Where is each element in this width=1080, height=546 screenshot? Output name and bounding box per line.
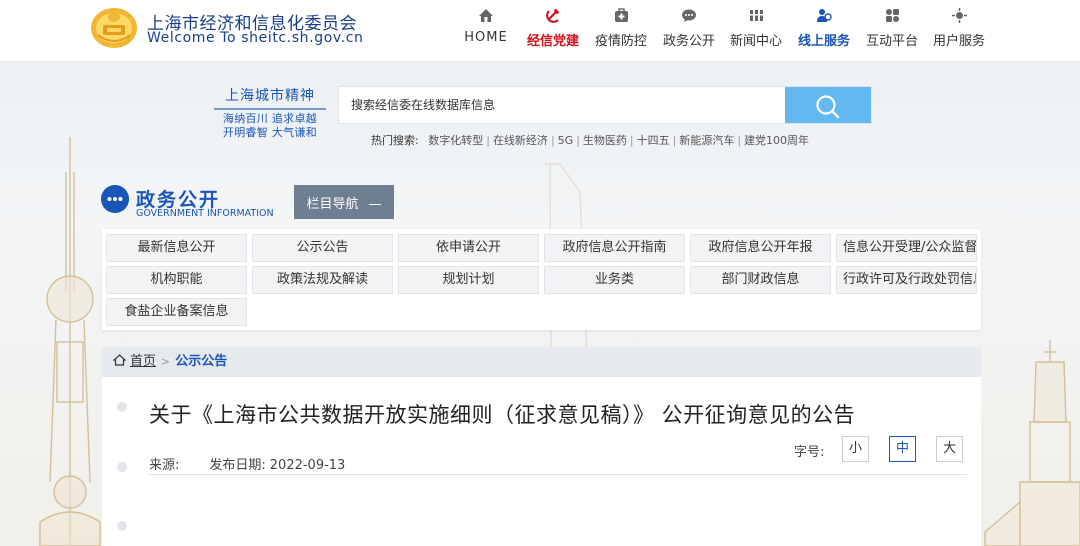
hot-search-item[interactable]: 生物医药 <box>583 134 627 147</box>
side-dot <box>117 521 127 531</box>
category-public-supervision[interactable]: 信息公开受理/公众监督 <box>836 234 977 262</box>
section-title-en: GOVERNMENT INFORMATION <box>136 208 274 219</box>
nav-item-online-service[interactable]: 线上服务 <box>795 8 853 52</box>
font-size-small-button[interactable]: 小 <box>842 436 869 462</box>
nav-label-interaction: 互动平台 <box>865 34 918 49</box>
category-business[interactable]: 业务类 <box>544 266 685 294</box>
column-nav-label: 栏目导航 <box>306 196 359 212</box>
nav-item-user-service[interactable]: 用户服务 <box>930 8 988 52</box>
category-panel: 最新信息公开 公示公告 依申请公开 政府信息公开指南 政府信息公开年报 信息公开… <box>102 229 981 330</box>
breadcrumb: 首页 > 公示公告 <box>102 347 981 377</box>
side-dot <box>117 402 127 412</box>
news-icon <box>727 8 785 26</box>
hot-search-item[interactable]: 十四五 <box>637 134 670 147</box>
nav-label-party-building: 经信党建 <box>526 34 579 49</box>
category-org-functions[interactable]: 机构职能 <box>106 266 247 294</box>
home-icon <box>462 8 510 26</box>
city-spirit-line-2: 开明睿智 大气谦和 <box>222 126 318 139</box>
column-nav-button[interactable]: 栏目导航 — <box>294 185 394 219</box>
category-policy-regulations[interactable]: 政策法规及解读 <box>252 266 393 294</box>
chat-bubble-icon <box>660 8 718 26</box>
site-logo-icon[interactable] <box>90 5 138 49</box>
grid-icon <box>863 8 921 26</box>
category-license-penalty[interactable]: 行政许可及行政处罚信息 <box>836 266 977 294</box>
breadcrumb-home-link[interactable]: 首页 <box>130 354 156 369</box>
article-divider <box>149 474 967 475</box>
hot-search-item[interactable]: 新能源汽车 <box>679 134 734 147</box>
nav-item-party-building[interactable]: 经信党建 <box>524 8 582 52</box>
source-label: 来源: <box>149 458 180 473</box>
nav-item-home[interactable]: HOME <box>462 8 510 52</box>
search-box <box>338 86 872 124</box>
category-latest-info[interactable]: 最新信息公开 <box>106 234 247 262</box>
nav-item-gov-info[interactable]: 政务公开 <box>660 8 718 52</box>
star-icon <box>930 8 988 26</box>
nav-label-home: HOME <box>464 30 508 45</box>
font-size-label: 字号: <box>794 445 825 460</box>
hot-search-item[interactable]: 5G <box>558 134 574 147</box>
nav-item-interaction[interactable]: 互动平台 <box>863 8 921 52</box>
site-title-en[interactable]: Welcome To sheitc.sh.gov.cn <box>147 30 363 46</box>
nav-label-epidemic: 疫情防控 <box>594 34 647 49</box>
font-size-large-button[interactable]: 大 <box>936 436 963 462</box>
category-salt-enterprise[interactable]: 食盐企业备案信息 <box>106 298 247 326</box>
nav-label-online-service: 线上服务 <box>797 34 850 49</box>
hot-search-item[interactable]: 建党100周年 <box>744 134 809 147</box>
breadcrumb-current[interactable]: 公示公告 <box>175 354 227 369</box>
site-header: 上海市经济和信息化委员会 Welcome To sheitc.sh.gov.cn… <box>0 0 1080 62</box>
breadcrumb-separator: > <box>161 355 171 368</box>
article-title: 关于《上海市公共数据开放实施细则（征求意见稿）》 公开征询意见的公告 <box>149 403 856 427</box>
gov-info-chat-icon <box>101 185 129 213</box>
city-spirit-title: 上海城市精神 <box>214 85 326 110</box>
user-service-icon <box>795 8 853 26</box>
article-panel: 关于《上海市公共数据开放实施细则（征求意见稿）》 公开征询意见的公告 来源: 发布… <box>102 377 981 546</box>
nav-label-gov-info: 政务公开 <box>662 34 715 49</box>
search-input[interactable] <box>339 87 787 123</box>
hammer-sickle-icon <box>524 8 582 26</box>
category-finance-info[interactable]: 部门财政信息 <box>690 266 831 294</box>
nav-item-epidemic[interactable]: 疫情防控 <box>592 8 650 52</box>
nav-label-news: 新闻中心 <box>729 34 782 49</box>
publish-date-value: 2022-09-13 <box>269 458 346 473</box>
side-dot <box>117 462 127 472</box>
nav-item-news[interactable]: 新闻中心 <box>727 8 785 52</box>
category-disclosure-guide[interactable]: 政府信息公开指南 <box>544 234 685 262</box>
medical-kit-icon <box>592 8 650 26</box>
home-icon[interactable] <box>112 354 127 366</box>
category-annual-report[interactable]: 政府信息公开年报 <box>690 234 831 262</box>
publish-date-label: 发布日期: <box>209 458 266 473</box>
category-request-disclosure[interactable]: 依申请公开 <box>398 234 539 262</box>
nav-label-user-service: 用户服务 <box>932 34 985 49</box>
collapse-icon: — <box>368 196 382 212</box>
search-icon <box>816 95 840 119</box>
hot-search-bar: 热门搜索: 数字化转型 | 在线新经济 | 5G | 生物医药 | 十四五 | 新能源汽车 | 建党10… <box>371 134 810 147</box>
font-size-medium-button[interactable]: 中 <box>889 436 916 462</box>
hot-search-item[interactable]: 在线新经济 <box>493 134 548 147</box>
category-planning[interactable]: 规划计划 <box>398 266 539 294</box>
search-button[interactable] <box>785 87 871 123</box>
hot-search-label: 热门搜索: <box>371 134 419 147</box>
hot-search-item[interactable]: 数字化转型 <box>428 134 483 147</box>
category-announcements[interactable]: 公示公告 <box>252 234 393 262</box>
article-meta: 来源: 发布日期: 2022-09-13 <box>149 454 345 473</box>
